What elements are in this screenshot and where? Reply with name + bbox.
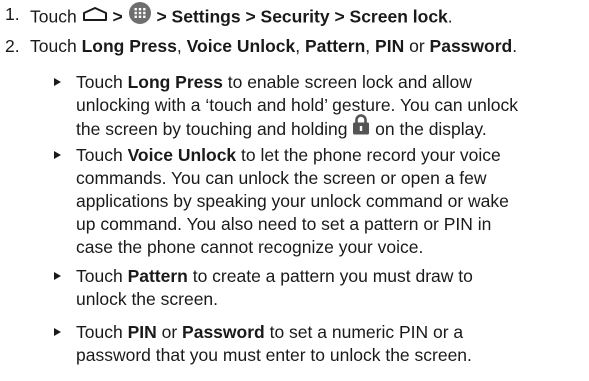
line-text: Touch xyxy=(76,72,128,92)
bullet-marker xyxy=(54,151,61,159)
option-voice-unlock: Voice Unlock xyxy=(186,36,296,56)
bullet-line: the screen by touching and holding on th… xyxy=(76,114,518,141)
line-text: or xyxy=(156,322,183,342)
comma: , xyxy=(365,36,371,56)
bold-term: PIN xyxy=(127,322,157,342)
path-separator: > xyxy=(112,6,123,27)
line-text: to create a pattern you must draw to xyxy=(187,266,473,286)
bullet-line: Touch Voice Unlock to let the phone reco… xyxy=(76,144,509,167)
option-long-press: Long Press xyxy=(81,36,177,56)
home-icon xyxy=(82,5,108,28)
line-text: Touch xyxy=(76,145,128,165)
line-text: on the display. xyxy=(370,119,487,140)
settings-path: Settings > Security > Screen lock xyxy=(171,6,448,27)
bullet-line: commands. You can unlock the screen or o… xyxy=(76,168,487,188)
bullet-marker xyxy=(54,328,61,336)
bullet-line: applications by speaking your unlock com… xyxy=(76,191,509,211)
bold-term: Password xyxy=(182,322,265,342)
step-number: 2. xyxy=(5,36,20,56)
line-text: to enable screen lock and allow xyxy=(222,72,472,92)
period: . xyxy=(447,6,453,27)
period: . xyxy=(512,36,518,56)
bullet-line: up command. You also need to set a patte… xyxy=(76,214,492,234)
step-number: 1. xyxy=(5,4,20,24)
comma: , xyxy=(295,36,301,56)
option-pattern: Pattern xyxy=(305,36,366,56)
bold-term: Voice Unlock xyxy=(127,145,237,165)
bullet-marker xyxy=(54,78,61,86)
bold-term: Pattern xyxy=(127,266,188,286)
bullet-line: Touch PIN or Password to set a numeric P… xyxy=(76,321,472,344)
lock-icon xyxy=(352,114,370,141)
bullet-line: Touch Pattern to create a pattern you mu… xyxy=(76,265,473,288)
option-pin: PIN xyxy=(375,36,405,56)
line-text: to let the phone record your voice xyxy=(236,145,501,165)
touch-word: Touch xyxy=(30,6,77,27)
step-2-text: Touch Long Press, Voice Unlock, Pattern,… xyxy=(30,35,517,58)
touch-word: Touch xyxy=(30,36,77,56)
bullet-line: unlock the screen. xyxy=(76,289,219,309)
step-1-text: Touch > > Settings > Security > Screen l… xyxy=(30,1,453,33)
bullet-line: case the phone cannot recognize your voi… xyxy=(76,237,424,257)
or-word: or xyxy=(409,36,425,56)
apps-icon xyxy=(128,1,152,31)
comma: , xyxy=(176,36,182,56)
bullet-line: Touch Long Press to enable screen lock a… xyxy=(76,71,518,94)
bullet-line: password that you must enter to unlock t… xyxy=(76,345,472,365)
line-text: Touch xyxy=(76,266,128,286)
bullet-line: unlocking with a ‘touch and hold’ gestur… xyxy=(76,95,519,115)
option-password: Password xyxy=(429,36,513,56)
line-text: the screen by touching and holding xyxy=(76,119,353,140)
bold-term: Long Press xyxy=(127,72,223,92)
line-text: to set a numeric PIN or a xyxy=(264,322,464,342)
path-separator: > xyxy=(156,6,167,27)
line-text: Touch xyxy=(76,322,128,342)
bullet-marker xyxy=(54,272,61,280)
